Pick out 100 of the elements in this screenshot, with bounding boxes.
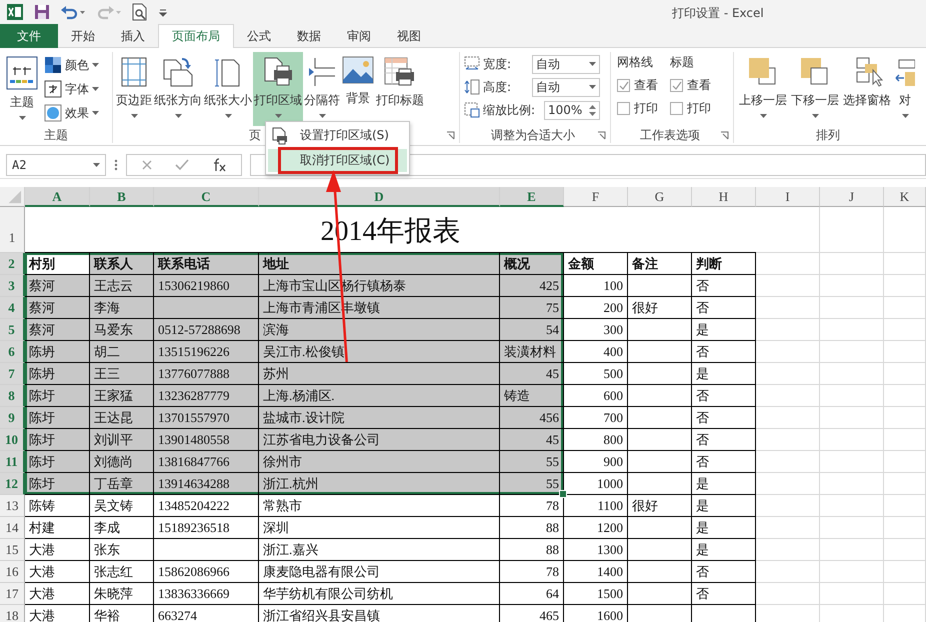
cancel-icon[interactable]	[141, 159, 153, 171]
name-box[interactable]: A2	[6, 154, 106, 176]
arrange-button[interactable]: 上移一层	[738, 52, 788, 126]
theme-option-button[interactable]: 字体	[44, 78, 99, 100]
checkbox[interactable]	[617, 102, 630, 115]
column-header[interactable]: F	[564, 187, 628, 207]
theme-option-button[interactable]: 效果	[44, 102, 99, 124]
empty-cell	[628, 363, 692, 385]
page-setup-button[interactable]: 分隔符	[303, 52, 341, 126]
row-header[interactable]: 17	[0, 583, 25, 605]
dropdown-field[interactable]: 自动	[532, 54, 600, 74]
checkbox[interactable]	[617, 79, 630, 92]
ribbon-tab[interactable]: 审阅	[334, 24, 384, 48]
ribbon-tab[interactable]: 插入	[108, 24, 158, 48]
row-header[interactable]: 10	[0, 429, 25, 451]
arrange-button[interactable]: 对	[894, 52, 916, 126]
column-header[interactable]: A	[25, 187, 90, 207]
undo-icon[interactable]	[60, 4, 86, 20]
ribbon-tab[interactable]: 页面布局	[158, 24, 234, 48]
row-header[interactable]: 11	[0, 451, 25, 473]
row-header[interactable]: 9	[0, 407, 25, 429]
row-header[interactable]: 13	[0, 495, 25, 517]
column-header[interactable]: D	[259, 187, 500, 207]
spin-field[interactable]: 100%	[544, 100, 600, 120]
table-cell: 否	[692, 451, 756, 473]
column-header[interactable]: E	[500, 187, 564, 207]
group-label: 调整为合适大小	[491, 126, 575, 144]
enter-icon[interactable]	[175, 159, 189, 171]
arrange-button[interactable]: 选择窗格	[842, 52, 892, 126]
row-header[interactable]: 12	[0, 473, 25, 495]
ribbon-tab[interactable]: 数据	[284, 24, 334, 48]
ribbon-tab[interactable]: 公式	[234, 24, 284, 48]
checkbox[interactable]	[670, 102, 683, 115]
empty-cell	[820, 363, 884, 385]
column-header[interactable]: C	[154, 187, 259, 207]
ribbon-tab[interactable]: 开始	[58, 24, 108, 48]
row-header[interactable]: 15	[0, 539, 25, 561]
row-header[interactable]: 2	[0, 253, 25, 275]
empty-cell	[628, 583, 692, 605]
table-cell: 装潢材料	[500, 341, 564, 363]
themes-button[interactable]: 主题	[0, 52, 44, 126]
empty-cell	[884, 385, 926, 407]
column-header[interactable]: K	[884, 187, 926, 207]
table-cell: 联系电话	[154, 253, 259, 275]
empty-cell	[884, 319, 926, 341]
empty-cell	[756, 363, 820, 385]
insert-function-icon[interactable]	[211, 158, 227, 172]
page-setup-button[interactable]: 纸张方向	[153, 52, 203, 126]
row-header[interactable]: 7	[0, 363, 25, 385]
table-cell: 100	[564, 275, 628, 297]
column-header[interactable]: I	[756, 187, 820, 207]
table-cell: 大港	[25, 583, 90, 605]
checkbox[interactable]	[670, 79, 683, 92]
dialog-launcher-icon[interactable]	[720, 131, 729, 140]
column-header[interactable]: J	[820, 187, 884, 207]
table-cell: 丁岳章	[90, 473, 154, 495]
row-header[interactable]: 4	[0, 297, 25, 319]
empty-cell	[756, 561, 820, 583]
dialog-launcher-icon[interactable]	[597, 131, 606, 140]
file-tab[interactable]: 文件	[0, 24, 58, 48]
empty-cell	[884, 561, 926, 583]
fill-handle[interactable]	[559, 490, 567, 498]
save-icon[interactable]	[34, 4, 50, 20]
theme-option-button[interactable]: 颜色	[44, 54, 99, 76]
table-cell: 600	[564, 385, 628, 407]
page-setup-button[interactable]: 打印区域	[253, 52, 303, 126]
row-header[interactable]: 16	[0, 561, 25, 583]
table-cell: 是	[692, 495, 756, 517]
row-header[interactable]: 18	[0, 605, 25, 622]
row-header[interactable]: 5	[0, 319, 25, 341]
column-header[interactable]: B	[90, 187, 154, 207]
column-header[interactable]: G	[628, 187, 692, 207]
table-cell: 1400	[564, 561, 628, 583]
empty-cell	[756, 275, 820, 297]
empty-cell	[820, 539, 884, 561]
dropdown-field[interactable]: 自动	[532, 78, 600, 96]
row-header[interactable]: 14	[0, 517, 25, 539]
menu-item[interactable]: 设置打印区域(S)	[268, 124, 407, 147]
ribbon-tab[interactable]: 视图	[384, 24, 434, 48]
table-cell: 45	[500, 429, 564, 451]
row-header[interactable]: 1	[0, 207, 25, 253]
table-cell: 苏州	[259, 363, 500, 385]
page-setup-button[interactable]: 纸张大小	[203, 52, 253, 126]
table-cell: 425	[500, 275, 564, 297]
page-setup-button[interactable]: 页边距	[115, 52, 153, 126]
table-cell: 蔡河	[25, 275, 90, 297]
empty-cell	[628, 275, 692, 297]
effects-icon	[44, 104, 62, 122]
dialog-launcher-icon[interactable]	[446, 131, 455, 140]
column-header[interactable]: H	[692, 187, 756, 207]
window-title: 打印设置 - Excel	[672, 5, 764, 22]
row-header[interactable]: 8	[0, 385, 25, 407]
set-print-area-icon	[272, 126, 288, 144]
row-header[interactable]: 3	[0, 275, 25, 297]
arrange-button[interactable]: 下移一层	[790, 52, 840, 126]
table-cell: 陈圩	[25, 473, 90, 495]
empty-cell	[884, 253, 926, 275]
print-preview-icon[interactable]	[132, 3, 148, 21]
margins-icon	[120, 56, 148, 88]
row-header[interactable]: 6	[0, 341, 25, 363]
